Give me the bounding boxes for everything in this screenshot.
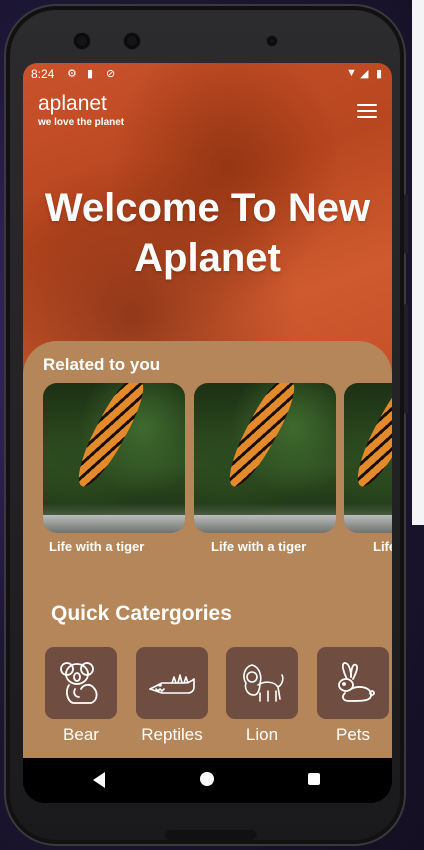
hero-title: Welcome To New Aplanet <box>44 186 371 280</box>
menu-icon[interactable] <box>357 104 377 118</box>
bottom-speaker <box>165 830 257 840</box>
related-card[interactable] <box>344 383 392 533</box>
water-strip <box>43 515 185 533</box>
category-tile[interactable] <box>317 647 389 719</box>
category-tile[interactable] <box>226 647 298 719</box>
sensor-icon <box>267 36 277 46</box>
crocodile-icon <box>149 674 195 694</box>
back-icon[interactable] <box>93 772 105 788</box>
category-tile[interactable] <box>45 647 117 719</box>
no-disturb-icon: ⊘ <box>106 68 116 80</box>
volume-button <box>404 304 408 414</box>
app-title: aplanet <box>38 92 107 115</box>
power-button <box>404 194 408 254</box>
category-lion[interactable]: Lion <box>226 647 298 745</box>
related-card-label[interactable]: Life with a tiger <box>373 539 392 554</box>
content-panel: Related to you Life with a tiger Life wi… <box>23 341 392 761</box>
related-card-label[interactable]: Life with a tiger <box>49 539 144 554</box>
app-subtitle: we love the planet <box>38 117 125 128</box>
water-strip <box>194 515 336 533</box>
front-camera-icon <box>74 33 90 49</box>
category-label: Pets <box>335 725 371 744</box>
category-label: Bear <box>63 725 99 744</box>
related-card[interactable] <box>194 383 336 533</box>
front-camera-icon <box>124 33 140 49</box>
sd-card-icon: ▮ <box>87 68 94 80</box>
related-card[interactable] <box>43 383 185 533</box>
background-window-edge <box>412 0 424 525</box>
status-bar: 8:24 ⚙ ▮ ⊘ ▼ ◢ ▮ <box>23 63 392 85</box>
water-strip <box>344 515 392 533</box>
category-tile[interactable] <box>136 647 208 719</box>
signal-icon: ◢ <box>360 68 369 80</box>
settings-icon: ⚙ <box>67 68 77 80</box>
category-label: Lion <box>245 725 279 744</box>
category-bear[interactable]: Bear <box>45 647 117 745</box>
recent-apps-icon[interactable] <box>308 773 320 785</box>
category-pets[interactable]: Pets <box>317 647 389 745</box>
status-time: 8:24 <box>31 67 55 81</box>
lion-icon <box>243 664 284 702</box>
rabbit-icon <box>338 662 375 702</box>
koala-icon <box>60 662 98 704</box>
category-label: Reptiles <box>141 725 203 744</box>
home-icon[interactable] <box>200 772 214 786</box>
app-brand: aplanet we love the planet <box>38 92 125 129</box>
related-section-title: Related to you <box>43 355 161 374</box>
related-card-label[interactable]: Life with a tiger <box>211 539 306 554</box>
app-screen: 8:24 ⚙ ▮ ⊘ ▼ ◢ ▮ aplanet we love the pla… <box>23 63 392 803</box>
category-reptiles[interactable]: Reptiles <box>136 647 208 745</box>
android-nav-bar <box>23 758 392 803</box>
quick-categories-title: Quick Catergories <box>51 602 232 625</box>
battery-icon: ▮ <box>376 68 383 80</box>
wifi-icon: ▼ <box>346 67 357 79</box>
